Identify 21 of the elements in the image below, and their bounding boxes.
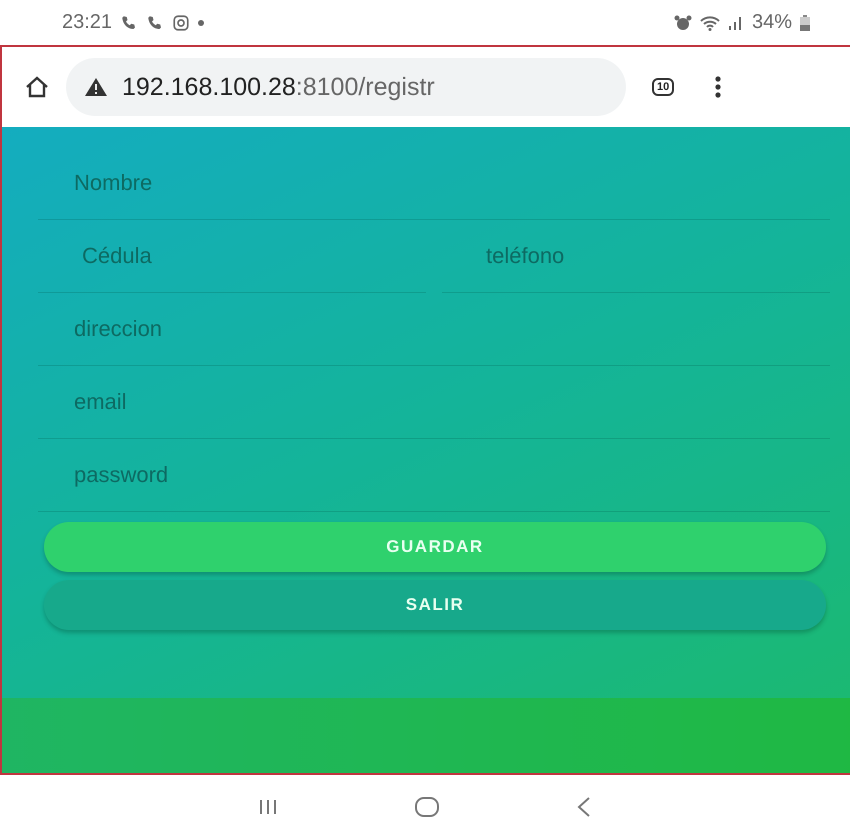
input-field[interactable]: password [38,439,830,512]
dot-icon [198,20,204,26]
warning-icon [84,77,108,97]
back-icon[interactable] [576,794,592,818]
tab-count-button[interactable]: 10 [652,78,674,96]
camera-icon [172,14,190,32]
home-icon[interactable] [24,75,50,99]
signal-icon [728,14,744,30]
alarm-icon [674,14,692,30]
menu-icon[interactable] [714,75,722,99]
battery-icon [800,14,810,30]
clock: 23:21 [62,11,112,34]
home-button-icon[interactable] [414,794,440,818]
battery-percent: 34% [752,11,792,34]
address-bar[interactable]: 192.168.100.28:8100/registr [66,58,626,116]
input-field[interactable]: email [38,366,830,439]
wifi-icon [700,14,720,30]
input-field[interactable]: direccion [38,293,830,366]
input-field[interactable]: teléfono [442,220,830,293]
input-field[interactable]: Cédula [38,220,426,293]
input-field[interactable]: Nombre [38,147,830,220]
